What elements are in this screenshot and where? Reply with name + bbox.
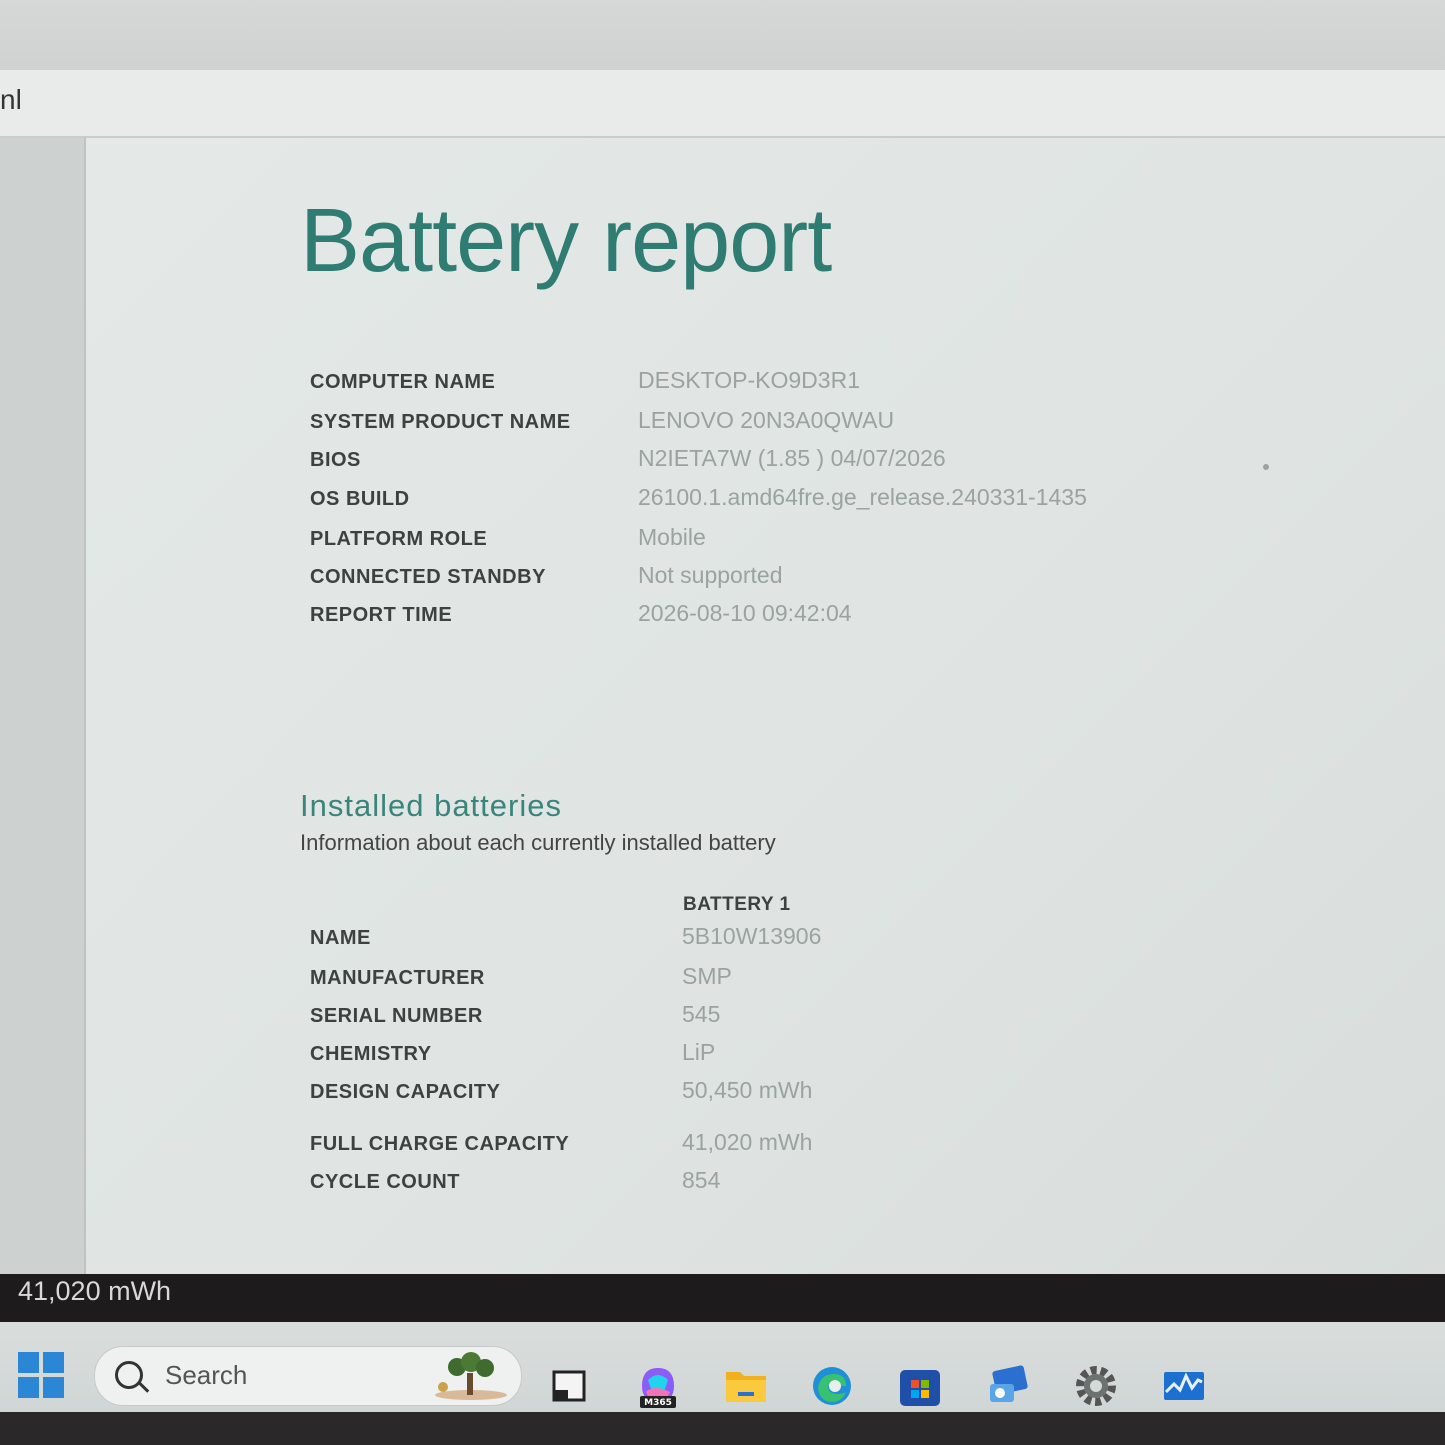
row-value: DESKTOP-KO9D3R1 <box>638 367 860 393</box>
installed-batteries-heading: Installed batteries <box>300 788 562 823</box>
row-label: CHEMISTRY <box>310 1043 432 1065</box>
row-label: BIOS <box>310 449 361 471</box>
address-bar[interactable]: nl <box>0 70 1445 138</box>
left-panel <box>0 138 86 1274</box>
row-value: 26100.1.amd64fre.ge_release.240331-1435 <box>638 484 1087 510</box>
row-value: Not supported <box>638 562 783 588</box>
browser-top-bar <box>0 0 1445 70</box>
row-value: 41,020 mWh <box>682 1129 813 1155</box>
windows-logo-icon <box>18 1352 39 1373</box>
performance-monitor-icon[interactable] <box>1160 1362 1208 1410</box>
copilot-m365-icon[interactable]: M365 <box>634 1362 682 1410</box>
settings-gear-icon[interactable] <box>1072 1362 1120 1410</box>
row-value: N2IETA7W (1.85 ) 04/07/2026 <box>638 445 946 471</box>
screen-bezel <box>0 1412 1445 1445</box>
row-value: 50,450 mWh <box>682 1077 813 1103</box>
url-text[interactable]: nl <box>0 84 22 116</box>
start-button[interactable] <box>18 1352 64 1398</box>
stray-dot <box>1263 464 1269 470</box>
row-label: OS BUILD <box>310 488 410 510</box>
search-label: Search <box>165 1360 248 1390</box>
row-value: 5B10W13906 <box>682 923 822 949</box>
row-value: Mobile <box>638 524 706 550</box>
row-label: COMPUTER NAME <box>310 371 496 393</box>
row-value: LENOVO 20N3A0QWAU <box>638 407 895 433</box>
overlay-capacity-text: 41,020 mWh <box>18 1276 172 1306</box>
copilot-badge-text: M365 <box>644 1398 672 1408</box>
page-title: Battery report <box>300 191 832 291</box>
file-explorer-icon[interactable] <box>722 1362 770 1410</box>
row-value: 2026-08-10 09:42:04 <box>638 600 852 626</box>
row-label: CONNECTED STANDBY <box>310 566 546 588</box>
remote-desktop-icon[interactable] <box>984 1362 1032 1410</box>
battery-column-header: BATTERY 1 <box>683 894 791 915</box>
microsoft-store-icon[interactable] <box>896 1362 944 1410</box>
row-value: 545 <box>682 1001 721 1027</box>
search-icon <box>115 1361 143 1389</box>
row-label: DESIGN CAPACITY <box>310 1081 501 1103</box>
row-label: FULL CHARGE CAPACITY <box>310 1133 570 1155</box>
edge-browser-icon[interactable] <box>808 1362 856 1410</box>
installed-batteries-subheading: Information about each currently install… <box>300 830 776 855</box>
row-label: REPORT TIME <box>310 604 453 626</box>
overlay-strip: 41,020 mWh <box>0 1274 1445 1322</box>
row-label: CYCLE COUNT <box>310 1171 460 1193</box>
report-page: Battery report COMPUTER NAME DESKTOP-KO9… <box>86 138 1445 1274</box>
row-label: SERIAL NUMBER <box>310 1005 483 1027</box>
row-value: SMP <box>682 963 732 989</box>
tree-highlight-icon <box>435 1352 507 1400</box>
search-box[interactable]: Search <box>94 1346 522 1406</box>
row-label: MANUFACTURER <box>310 967 485 989</box>
row-value: LiP <box>682 1039 716 1065</box>
row-label: SYSTEM PRODUCT NAME <box>310 411 571 433</box>
row-label: PLATFORM ROLE <box>310 528 488 550</box>
row-value: 854 <box>682 1167 721 1193</box>
task-view-icon[interactable] <box>546 1362 594 1410</box>
row-label: NAME <box>310 927 371 949</box>
